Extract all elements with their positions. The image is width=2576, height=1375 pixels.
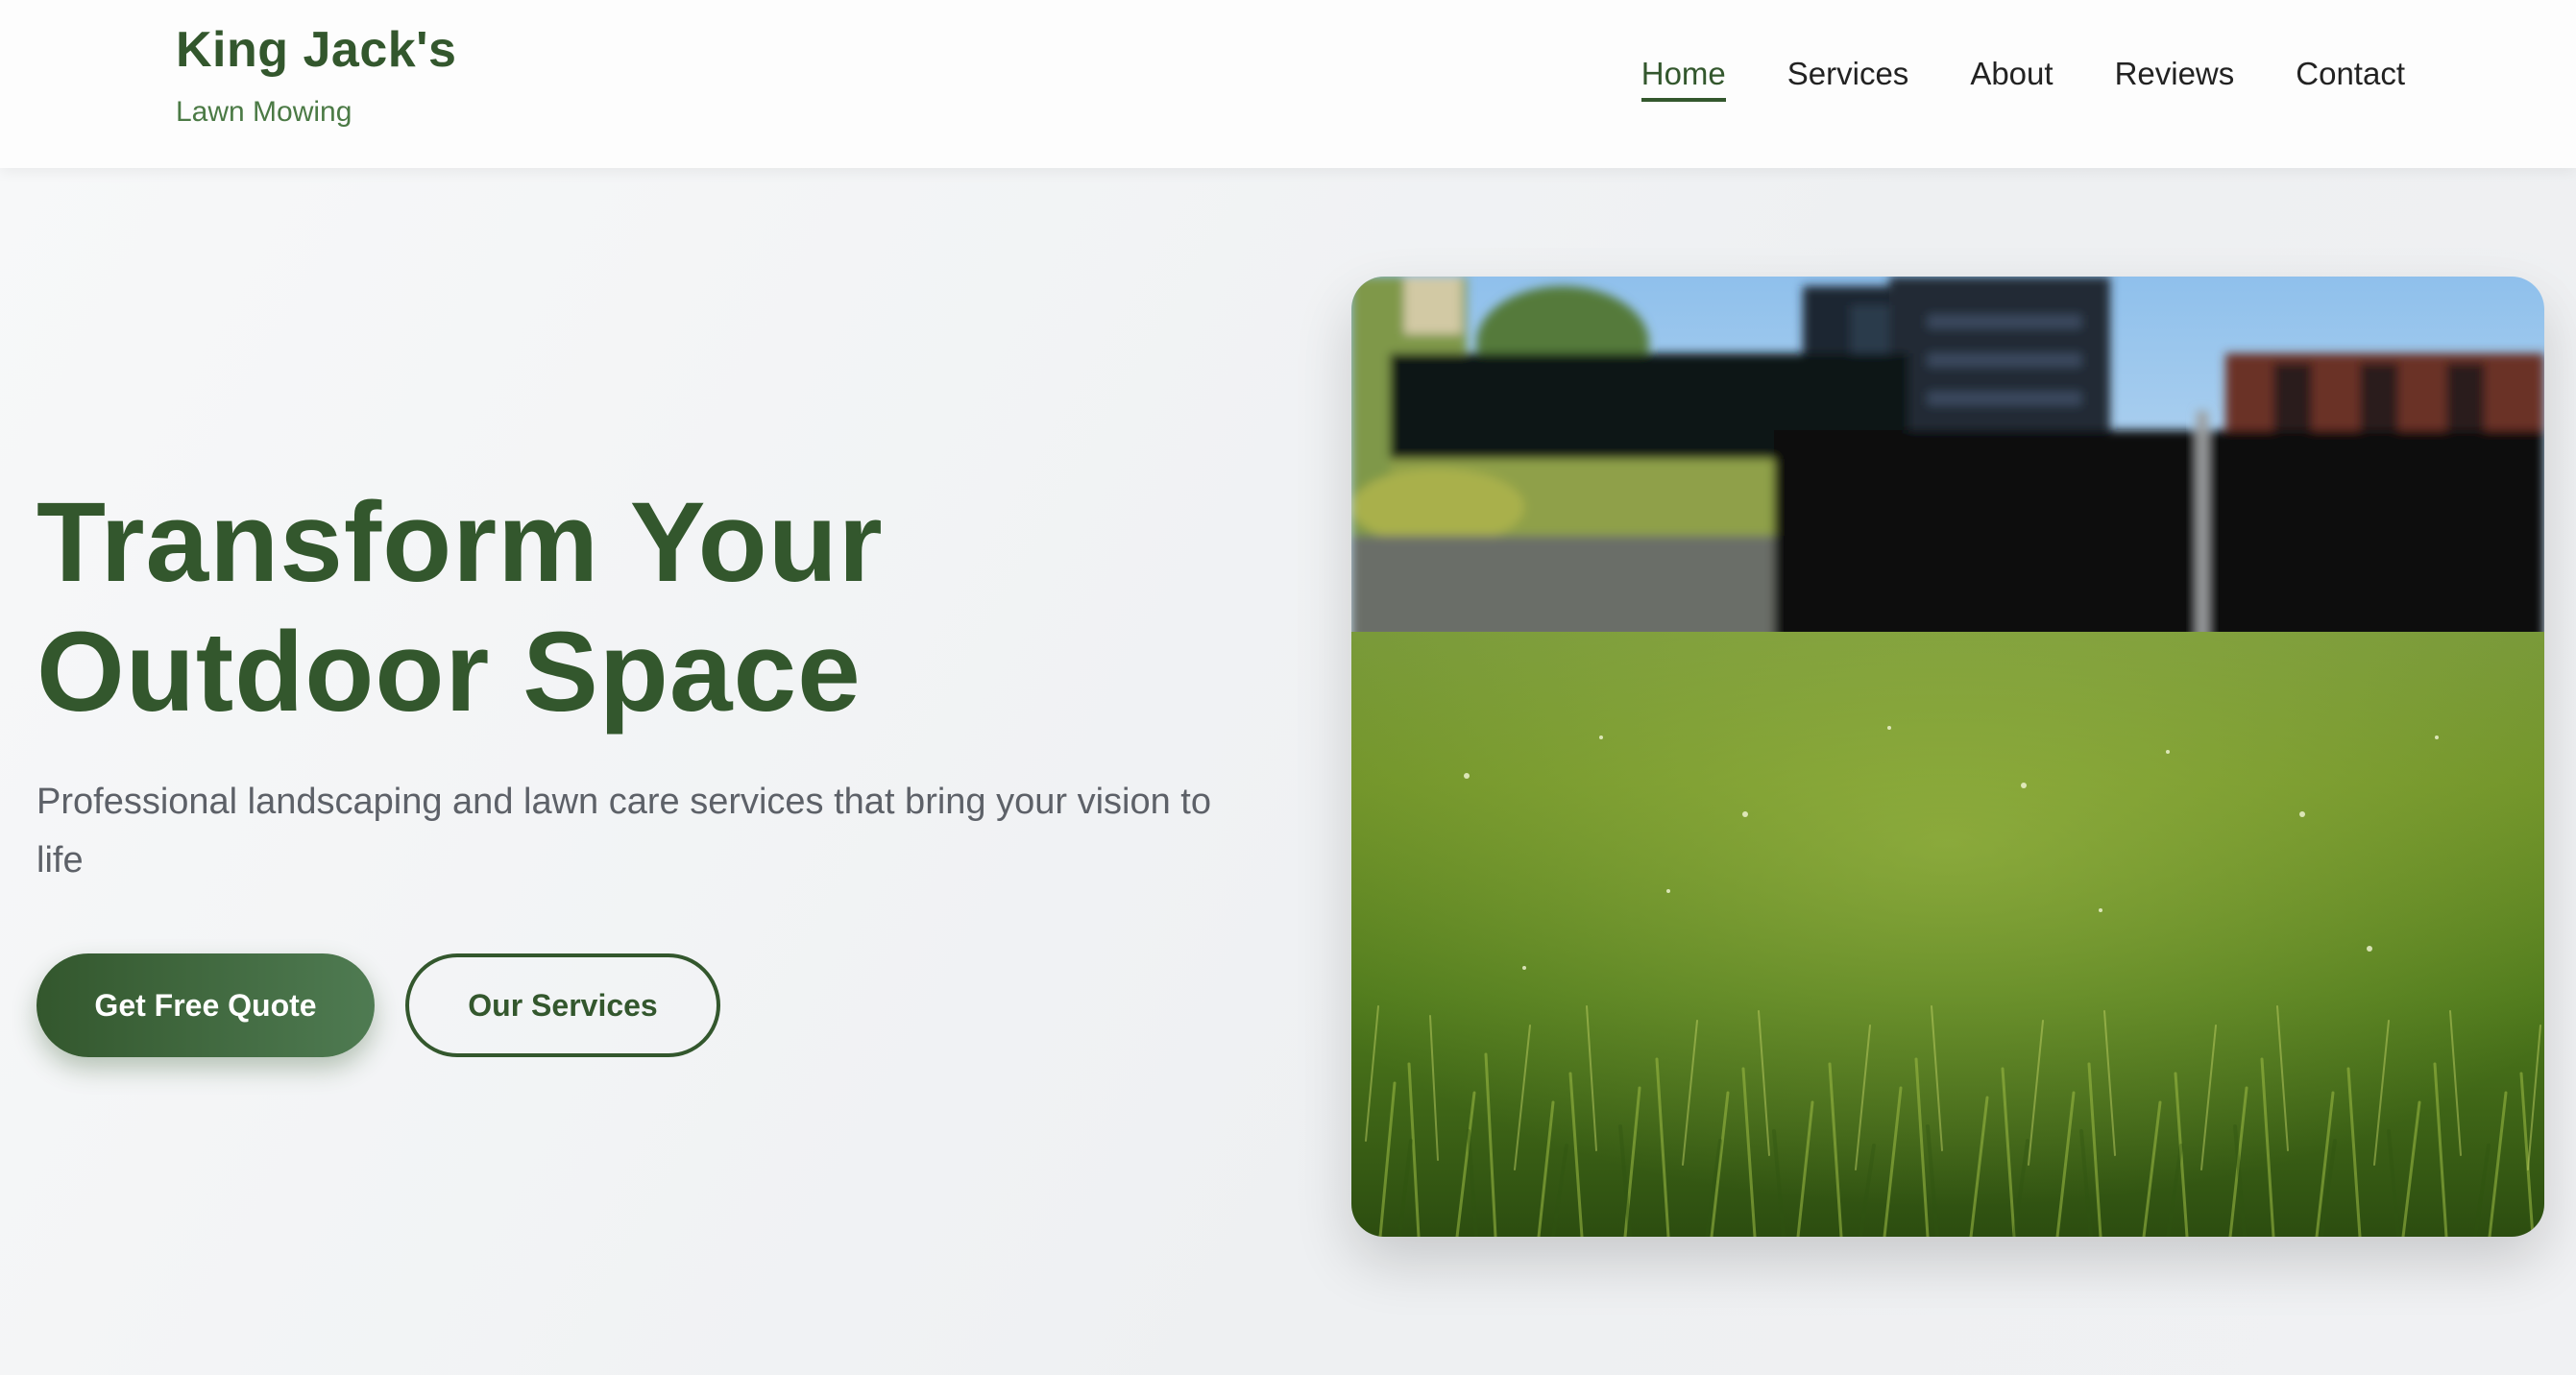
- site-header: King Jack's Lawn Mowing Home Services Ab…: [0, 0, 2576, 168]
- get-free-quote-button[interactable]: Get Free Quote: [36, 953, 375, 1057]
- main-nav: Home Services About Reviews Contact: [1640, 56, 2405, 102]
- hero-title-line-2: Outdoor Space: [36, 609, 862, 736]
- nav-link-reviews[interactable]: Reviews: [2115, 56, 2235, 102]
- brand-title[interactable]: King Jack's: [176, 21, 456, 79]
- our-services-button[interactable]: Our Services: [405, 953, 720, 1057]
- nav-link-services[interactable]: Services: [1787, 56, 1909, 102]
- nav-link-contact[interactable]: Contact: [2296, 56, 2405, 102]
- hero-subtitle: Professional landscaping and lawn care s…: [36, 782, 1211, 880]
- nav-link-about[interactable]: About: [1970, 56, 2053, 102]
- brand-subtitle: Lawn Mowing: [176, 96, 352, 128]
- hero-section: Transform Your Outdoor Space Professiona…: [0, 168, 2576, 1375]
- lawn-photo-illustration: [1351, 277, 2544, 1237]
- hero-lawn-image: [1351, 277, 2544, 1237]
- hero-title-line-1: Transform Your: [36, 479, 884, 606]
- hero-title: Transform Your Outdoor Space: [36, 478, 1189, 737]
- nav-link-home[interactable]: Home: [1640, 56, 1726, 102]
